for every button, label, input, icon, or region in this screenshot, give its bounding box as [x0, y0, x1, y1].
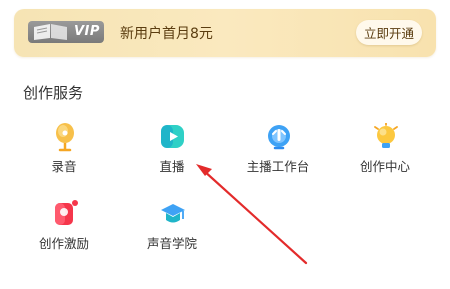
service-workbench[interactable]: 主播工作台 — [228, 123, 328, 183]
service-label: 主播工作台 — [246, 159, 310, 174]
lightbulb-icon — [374, 123, 398, 148]
service-recording[interactable]: 录音 — [14, 123, 114, 183]
vip-promo-text: 新用户首月8元 — [120, 26, 213, 42]
service-label: 创作激励 — [38, 236, 89, 251]
service-label: 创作中心 — [359, 159, 410, 174]
service-creation-center[interactable]: 创作中心 — [335, 123, 435, 183]
microphone-icon — [56, 123, 74, 152]
vip-badge: VIP — [28, 21, 104, 43]
vip-banner[interactable]: VIP 新用户首月8元 立即开通 — [14, 9, 436, 57]
workbench-icon — [268, 125, 290, 150]
service-label: 声音学院 — [146, 236, 197, 251]
service-voice-academy[interactable]: 声音学院 — [122, 200, 222, 260]
activate-now-button[interactable]: 立即开通 — [356, 20, 422, 45]
section-title: 创作服务 — [23, 84, 84, 102]
service-label: 录音 — [51, 159, 77, 174]
service-label: 直播 — [159, 159, 185, 174]
book-icon — [34, 24, 67, 40]
vip-badge-label: VIP — [74, 24, 100, 39]
service-incentive[interactable]: 创作激励 — [14, 200, 114, 260]
service-live[interactable]: 直播 — [122, 123, 222, 183]
reward-icon — [55, 200, 78, 225]
graduation-cap-icon — [161, 204, 185, 223]
live-play-icon — [161, 125, 184, 148]
